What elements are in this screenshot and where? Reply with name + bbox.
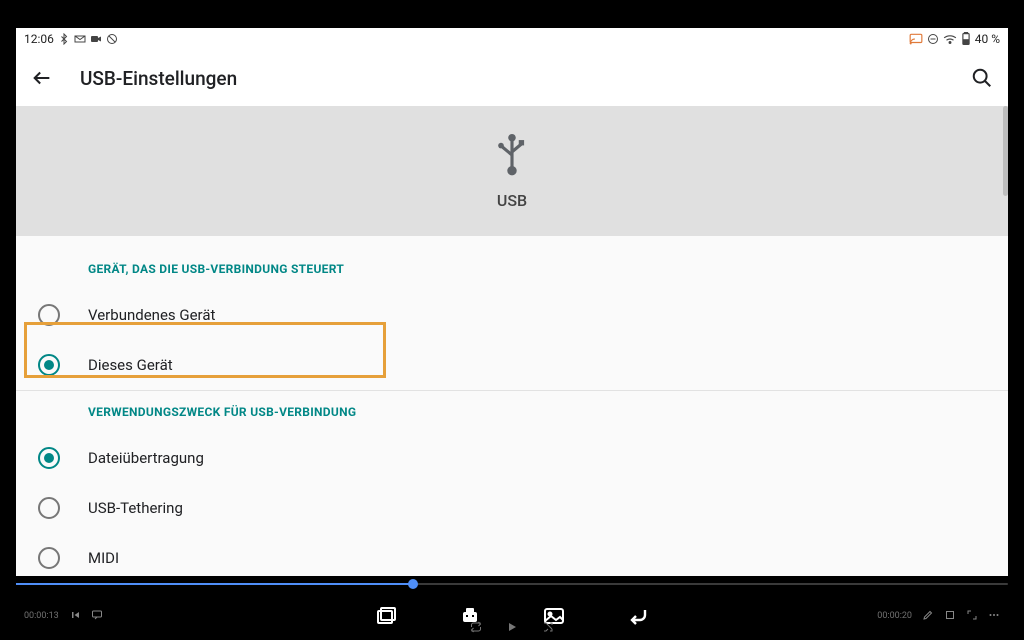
radio-icon [38,354,60,376]
seek-thumb[interactable] [408,579,418,589]
radio-midi[interactable]: MIDI [16,533,1008,576]
controls-left: 00:00:13 [24,609,194,624]
radio-file-transfer[interactable]: Dateiübertragung [16,433,1008,483]
radio-usb-tethering[interactable]: USB-Tethering [16,483,1008,533]
usb-icon [492,133,532,181]
radio-icon [38,447,60,469]
player-bar: 00:00:13 00:00:20 [16,576,1008,640]
shuffle-icon[interactable] [541,620,555,634]
playback-time-right: 00:00:20 [877,611,912,621]
controls-right: 00:00:20 [830,609,1000,624]
radio-label: Verbundenes Gerät [88,306,215,324]
app-bar: USB-Einstellungen [16,50,1008,106]
fullscreen-icon[interactable] [966,609,978,624]
radio-label: USB-Tethering [88,499,183,517]
content-area: GERÄT, DAS DIE USB-VERBINDUNG STEUERT Ve… [16,236,1008,576]
mail-icon [74,33,86,45]
camera-icon [90,34,102,44]
radio-connected-device[interactable]: Verbundenes Gerät [16,290,1008,340]
edit-icon[interactable] [922,609,934,624]
hero-label: USB [497,191,527,210]
status-time: 12:06 [24,32,54,46]
search-button[interactable] [968,64,996,92]
radio-icon [38,304,60,326]
radio-label: MIDI [88,549,119,567]
back-nav-button[interactable] [624,602,652,630]
crop-icon[interactable] [944,609,956,624]
sync-off-icon [106,33,118,45]
radio-this-device[interactable]: Dieses Gerät [16,340,1008,390]
dnd-icon [927,33,939,45]
play-icon[interactable] [505,620,519,634]
radio-label: Dateiübertragung [88,449,204,467]
status-right: 40 % [909,32,1000,46]
section-header-usage: VERWENDUNGSZWECK FÜR USB-VERBINDUNG [16,391,1008,433]
device-screen: 12:06 [16,28,1008,576]
cast-icon [909,33,923,45]
radio-label: Dieses Gerät [88,356,173,374]
wifi-icon [943,33,957,45]
scrollbar[interactable] [1003,106,1008,196]
status-bar: 12:06 [16,28,1008,50]
prev-icon[interactable] [69,609,81,624]
sub-controls [469,620,555,634]
section-header-controller: GERÄT, DAS DIE USB-VERBINDUNG STEUERT [16,248,1008,290]
page-title: USB-Einstellungen [80,67,237,90]
bluetooth-icon [58,33,70,45]
playback-time-left: 00:00:13 [24,611,59,621]
seek-bar[interactable] [16,576,1008,592]
back-button[interactable] [28,64,56,92]
app-frame: 12:06 [0,0,1024,640]
hero-section: USB [16,106,1008,236]
battery-icon [961,32,971,46]
recent-apps-button[interactable] [372,602,400,630]
seek-fill [16,583,413,585]
radio-icon [38,547,60,569]
radio-icon [38,497,60,519]
status-left: 12:06 [24,32,118,46]
battery-text: 40 % [975,32,1000,46]
more-icon[interactable] [988,609,1000,624]
chat-icon[interactable] [91,609,103,624]
loop-icon[interactable] [469,620,483,634]
seek-track [16,583,1008,585]
